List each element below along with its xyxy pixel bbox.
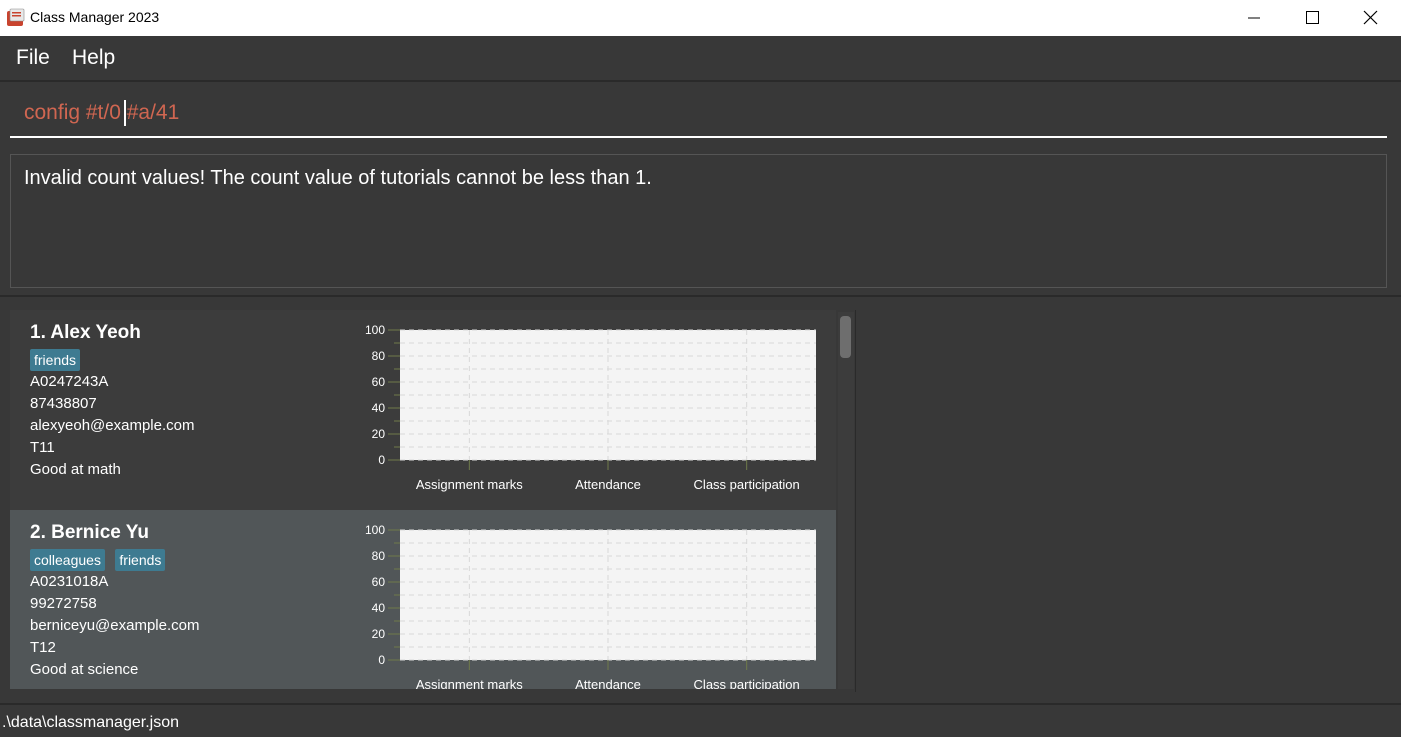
y-tick-label: 60 [372,375,386,389]
result-message: Invalid count values! The count value of… [24,167,652,189]
title-bar: Class Manager 2023 [0,0,1401,36]
menu-divider [0,80,1401,82]
result-divider [0,295,1401,297]
command-input[interactable]: config #t/0 #a/41 [24,101,179,125]
tag: friends [115,549,166,571]
tag: colleagues [30,549,105,571]
person-name: 2. Bernice Yu [30,522,149,543]
y-tick-label: 20 [372,427,386,441]
tag-list: colleagues friends [30,549,171,571]
student-number: A0231018A [30,573,109,590]
grade-chart: 0 20 40 60 80 100 Assignment marks Attendance Cl… [340,322,820,502]
maximize-button[interactable] [1284,0,1342,36]
x-tick-label: Attendance [575,477,641,492]
scroll-thumb[interactable] [840,316,851,358]
x-tick-label: Assignment marks [416,677,523,689]
class-number: T12 [30,639,56,656]
y-tick-label: 40 [372,601,386,615]
y-tick-label: 60 [372,575,386,589]
y-tick-label: 80 [372,549,386,563]
y-tick-label: 100 [365,323,385,337]
app-icon [6,8,26,28]
chart-svg: 0 20 40 60 80 100 Assignment marks Attendance Cl… [365,523,816,689]
menu-file[interactable]: File [16,46,50,70]
grade-chart: 0 20 40 60 80 100 Assignment marks Attendance Cl… [340,522,820,689]
y-tick-label: 0 [378,453,385,467]
tag: friends [30,349,81,371]
list-divider [855,310,856,692]
y-tick-label: 40 [372,401,386,415]
list-scrollbar[interactable] [838,312,854,689]
person-card[interactable]: 1. Alex Yeoh friends A0247243A 87438807 … [10,310,836,510]
person-list[interactable]: 1. Alex Yeoh friends A0247243A 87438807 … [10,310,836,689]
class-number: T11 [30,439,55,456]
close-button[interactable] [1342,0,1400,36]
chart-svg: 0 20 40 60 80 100 Assignment marks Attendance Cl… [365,323,816,492]
menu-help[interactable]: Help [72,46,115,70]
tag-list: friends [30,349,86,371]
comment: Good at science [30,661,139,678]
result-display: Invalid count values! The count value of… [10,154,1387,288]
phone: 87438807 [30,395,97,412]
status-bar: .\data\classmanager.json [0,703,1401,737]
phone: 99272758 [30,595,97,612]
x-tick-label: Attendance [575,677,641,689]
email: alexyeoh@example.com [30,417,195,434]
person-name: 1. Alex Yeoh [30,322,141,343]
y-tick-label: 0 [378,653,385,667]
x-tick-label: Class participation [694,677,800,689]
email: berniceyu@example.com [30,617,200,634]
text-caret [124,100,126,126]
y-tick-label: 100 [365,523,385,537]
menu-bar: File Help [0,36,1401,80]
window-title: Class Manager 2023 [30,9,160,25]
x-tick-label: Assignment marks [416,477,523,492]
student-number: A0247243A [30,373,109,390]
save-location: .\data\classmanager.json [2,714,179,731]
y-tick-label: 20 [372,627,386,641]
x-tick-label: Class participation [694,477,800,492]
comment: Good at math [30,461,121,478]
minimize-button[interactable] [1226,0,1284,36]
person-card[interactable]: 2. Bernice Yu colleagues friends A023101… [10,510,836,689]
command-box[interactable]: config #t/0 #a/41 [10,90,1387,138]
y-tick-label: 80 [372,349,386,363]
